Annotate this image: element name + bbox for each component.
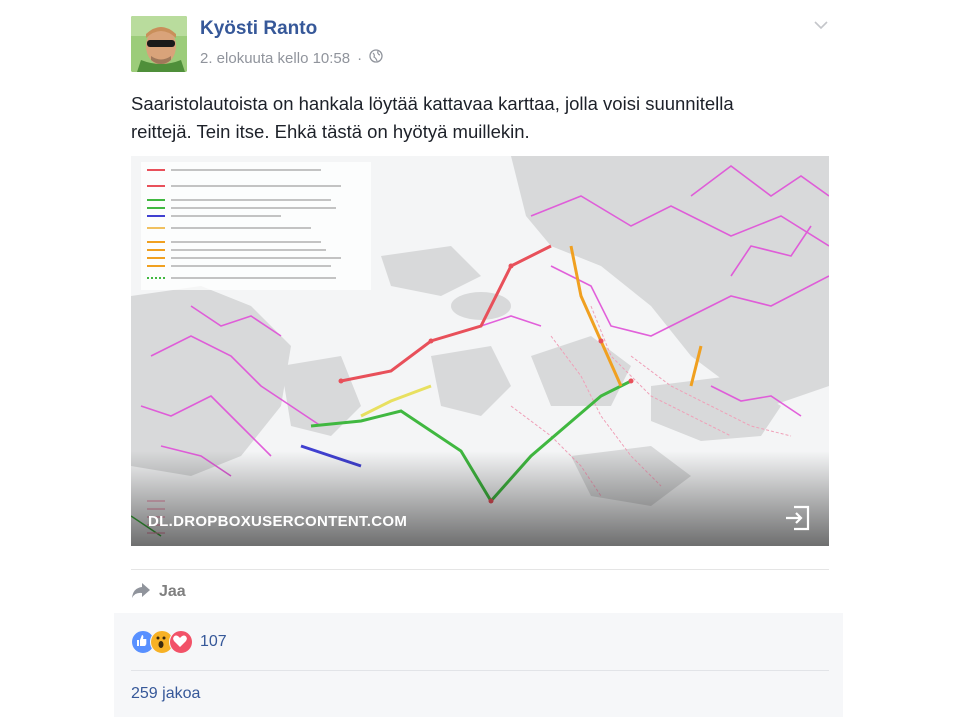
share-arrow-icon <box>131 581 151 604</box>
post-timestamp[interactable]: 2. elokuuta kello 10:58 <box>200 50 350 67</box>
external-link-icon[interactable] <box>784 504 812 532</box>
post-text-line: Saaristolautoista on hankala löytää katt… <box>131 93 734 114</box>
card-caption-overlay <box>131 451 829 546</box>
link-preview-card[interactable]: DL.DROPBOXUSERCONTENT.COM <box>131 156 829 546</box>
shares-count-link[interactable]: 259 jakoa <box>131 685 200 703</box>
share-button[interactable]: Jaa <box>131 578 186 606</box>
author-name[interactable]: Kyösti Ranto <box>200 18 317 40</box>
reaction-summary[interactable]: 107 <box>131 630 227 654</box>
post-text-line: reittejä. Tein itse. Ehkä tästä on hyöty… <box>131 121 530 142</box>
reaction-count: 107 <box>200 633 227 650</box>
author-avatar[interactable] <box>131 16 187 72</box>
action-divider <box>131 569 829 570</box>
footer-divider <box>131 670 829 671</box>
post-footer <box>114 613 843 717</box>
link-domain: DL.DROPBOXUSERCONTENT.COM <box>148 513 408 530</box>
meta-separator: · <box>357 49 363 67</box>
share-label: Jaa <box>159 583 186 600</box>
post-meta: 2. elokuuta kello 10:58 · <box>200 49 383 67</box>
chevron-down-icon[interactable] <box>810 16 832 34</box>
facebook-post: Kyösti Ranto 2. elokuuta kello 10:58 · S… <box>0 0 957 717</box>
globe-icon <box>369 49 383 67</box>
post-text: Saaristolautoista on hankala löytää katt… <box>131 90 831 146</box>
love-icon <box>169 630 193 654</box>
